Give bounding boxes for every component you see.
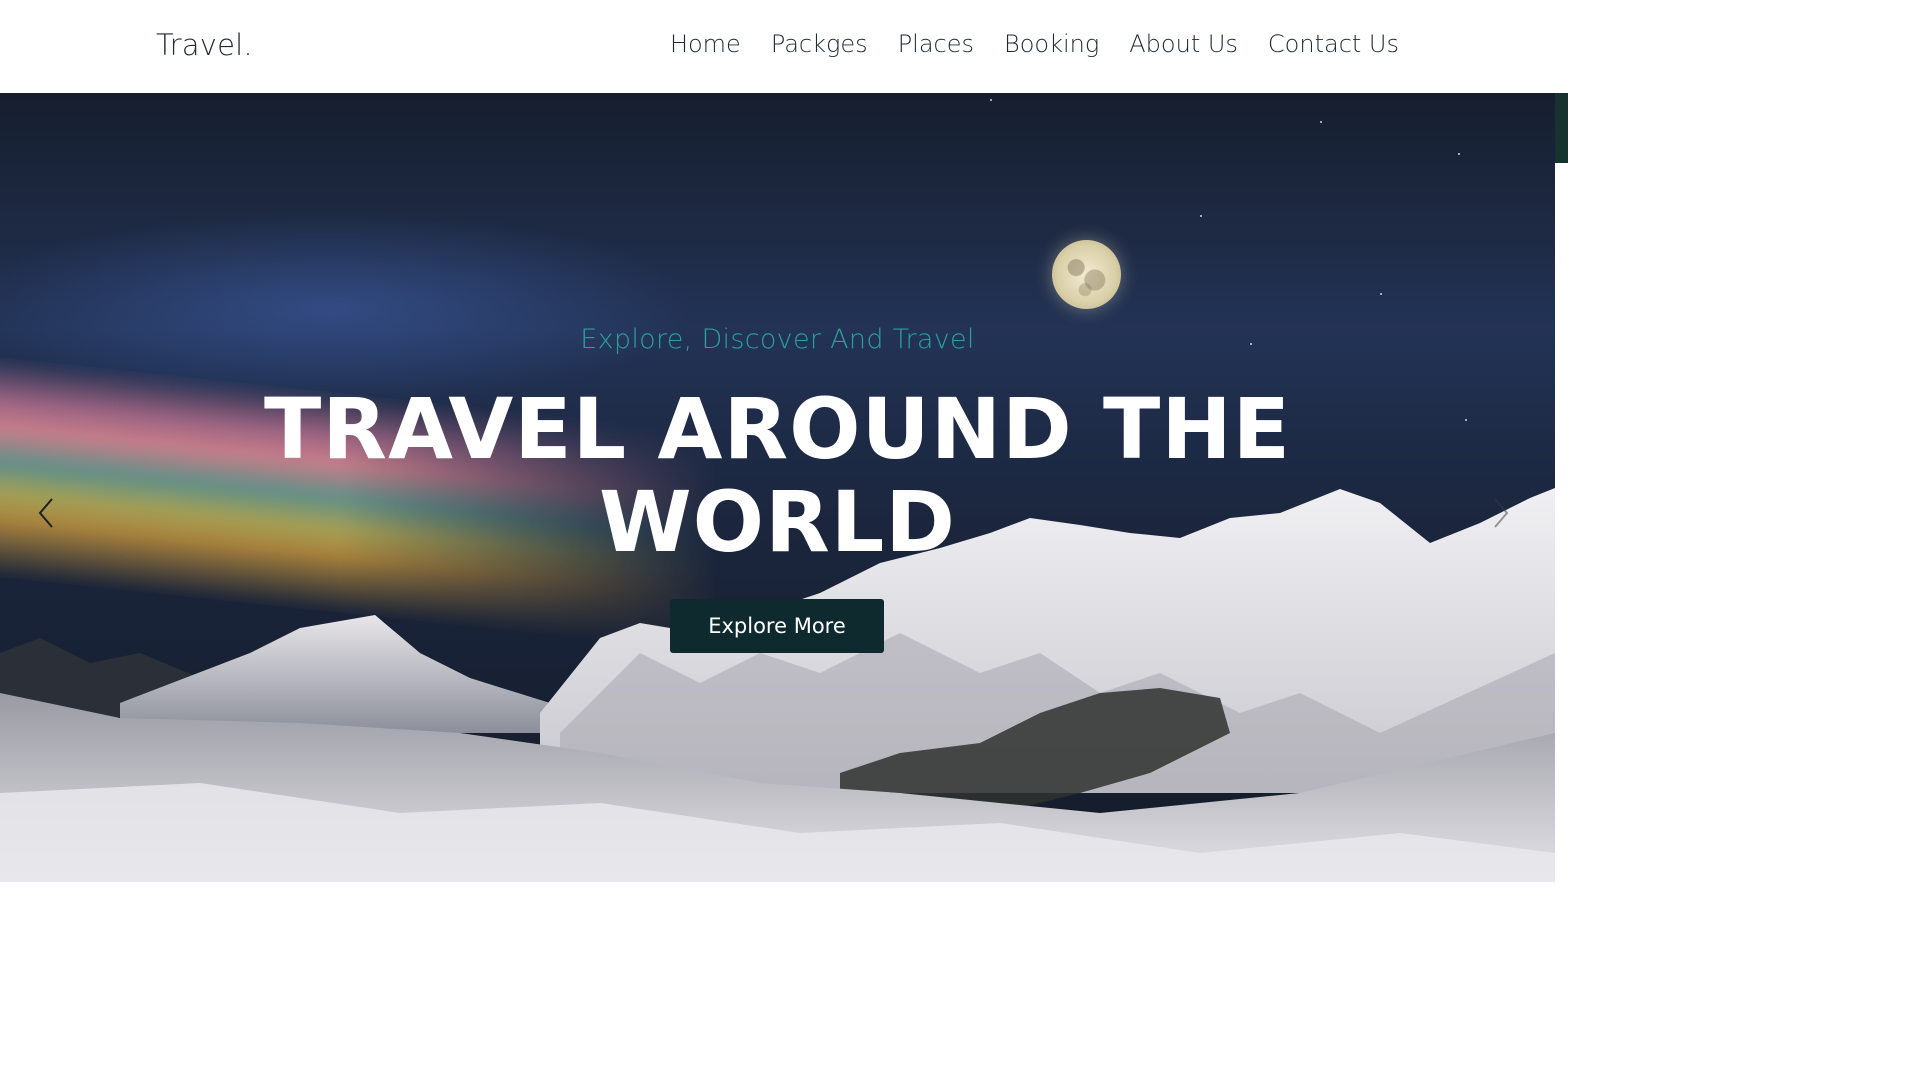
carousel-next-button[interactable] — [1485, 495, 1515, 531]
hero-section: Explore, Discover And Travel TRAVEL AROU… — [0, 93, 1555, 882]
nav-item-booking[interactable]: Booking — [1004, 30, 1099, 58]
chevron-right-icon — [1494, 498, 1509, 528]
nav-item-packages[interactable]: Packges — [771, 30, 868, 58]
page: Travel. Home Packges Places Booking Abou… — [0, 0, 1568, 882]
site-logo[interactable]: Travel. — [156, 28, 253, 62]
hero-subtitle: Explore, Discover And Travel — [580, 324, 975, 355]
nav-item-places[interactable]: Places — [898, 30, 974, 58]
nav-item-contact-us[interactable]: Contact Us — [1268, 30, 1399, 58]
nav-item-about-us[interactable]: About Us — [1129, 30, 1238, 58]
hero-content: Explore, Discover And Travel TRAVEL AROU… — [0, 93, 1555, 882]
nav-menu: Home Packges Places Booking About Us Con… — [670, 30, 1399, 58]
page-scrollbar[interactable] — [1555, 0, 1568, 882]
explore-more-button[interactable]: Explore More — [670, 599, 884, 653]
nav-item-home[interactable]: Home — [670, 30, 741, 58]
hero-title: TRAVEL AROUND THE WORLD — [0, 383, 1555, 569]
hero-title-line-2: WORLD — [599, 473, 956, 571]
chevron-left-icon — [38, 498, 53, 528]
hero-title-line-1: TRAVEL AROUND THE — [263, 380, 1291, 478]
scrollbar-thumb[interactable] — [1555, 93, 1568, 163]
carousel-prev-button[interactable] — [32, 495, 62, 531]
navbar: Travel. Home Packges Places Booking Abou… — [0, 0, 1555, 93]
